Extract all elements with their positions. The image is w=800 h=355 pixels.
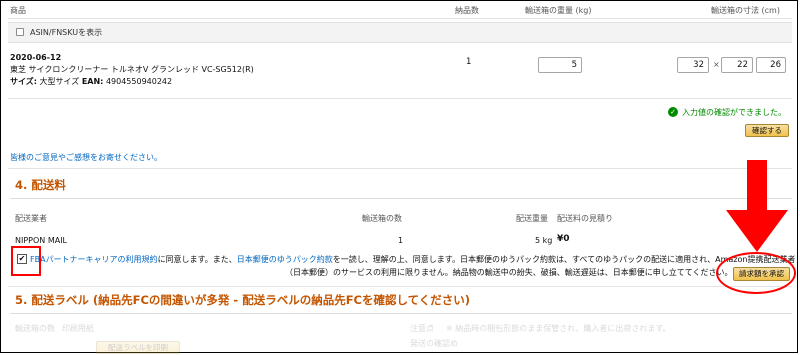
shipping-estimate: ¥0 xyxy=(557,234,570,244)
header-quantity: 納品数 xyxy=(455,6,479,15)
section5-title: 5. 配送ラベル (納品先FCの間違いが多発 - 配送ラベルの納品先FCを確認し… xyxy=(15,293,471,307)
section4-title-underline xyxy=(10,198,792,199)
button-highlight-ellipse xyxy=(716,252,796,294)
item-name: 東芝 サイクロンクリーナー トルネオV グランレッド VC-SG512(R) xyxy=(10,65,254,74)
col-estimate: 配送料の見積り xyxy=(557,214,613,223)
check-circle-icon: ✓ xyxy=(668,107,678,117)
asin-toggle-label[interactable]: ASIN/FNSKUを表示 xyxy=(30,27,102,38)
ean-label: EAN: xyxy=(81,77,104,86)
item-divider xyxy=(8,98,792,99)
header-dimensions: 輸送箱の寸法 (cm) xyxy=(711,6,780,15)
height-input[interactable]: 26 xyxy=(756,57,786,73)
feedback-link[interactable]: 皆様のご意見やご感想をお寄せください。 xyxy=(10,152,162,163)
times-sign-1: × xyxy=(713,60,720,69)
header-divider xyxy=(8,18,792,19)
item-size-line: サイズ: 大型サイズ EAN: 4904550940242 xyxy=(10,76,172,87)
note-text: ※ 納品時の梱包形態のまま保管され、購入者に出荷されます。 xyxy=(446,324,671,333)
boxes-count: 1 xyxy=(398,236,404,245)
carrier-name: NIPPON MAIL xyxy=(15,236,68,245)
length-input[interactable]: 32 xyxy=(677,57,709,73)
col-carrier: 配送業者 xyxy=(15,214,47,223)
section5-title-underline xyxy=(10,313,792,314)
note-label: 注意点 xyxy=(410,324,434,333)
item-date: 2020-06-12 xyxy=(10,53,62,62)
down-arrow-icon xyxy=(726,160,788,252)
agreement-line-2: （日本郵便）のサービスの利用に限りません。納品物の輸送中の紛失、破損、輸送遅延は… xyxy=(285,268,733,277)
print-label-button[interactable]: 配送ラベルを印刷 xyxy=(96,341,180,354)
col-weight: 配送重量 xyxy=(516,214,548,223)
label-col-paper: 印刷用紙 xyxy=(62,324,94,333)
item-quantity: 1 xyxy=(466,57,472,67)
section-divider xyxy=(8,168,792,169)
asin-toggle-row: ASIN/FNSKUを表示 xyxy=(8,22,792,43)
confirm-button[interactable]: 確認する xyxy=(745,124,789,137)
size-prefix: サイズ: xyxy=(10,77,37,86)
col-boxes: 輸送箱の数 xyxy=(362,214,402,223)
fba-terms-link[interactable]: FBAパートナーキャリアの利用規約 xyxy=(30,255,158,264)
header-product: 商品 xyxy=(10,6,26,15)
agreement-text-1: に同意します。また、 xyxy=(157,255,237,264)
shipping-weight: 5 kg xyxy=(535,236,553,245)
asin-toggle-checkbox[interactable] xyxy=(16,28,24,36)
label-col-boxes: 輸送箱の数 xyxy=(15,324,55,333)
header-weight: 輸送箱の重量 (kg) xyxy=(525,6,592,15)
width-input[interactable]: 22 xyxy=(721,57,753,73)
ean-value: 4904550940242 xyxy=(105,77,173,86)
note-line-2: 発送の確認め xyxy=(410,339,458,348)
section5-divider xyxy=(8,286,792,287)
checkbox-highlight-box xyxy=(11,246,41,276)
section4-title: 4. 配送料 xyxy=(15,178,66,192)
agreement-line-1: FBAパートナーキャリアの利用規約に同意します。また、日本郵便のゆうパック約款を… xyxy=(30,254,796,265)
confirmation-message: 入力値の確認ができました。 xyxy=(682,108,786,117)
size-value: 大型サイズ xyxy=(39,77,80,86)
yupack-terms-link[interactable]: 日本郵便のゆうパック約款 xyxy=(237,255,333,264)
weight-input[interactable]: 5 xyxy=(538,57,582,73)
